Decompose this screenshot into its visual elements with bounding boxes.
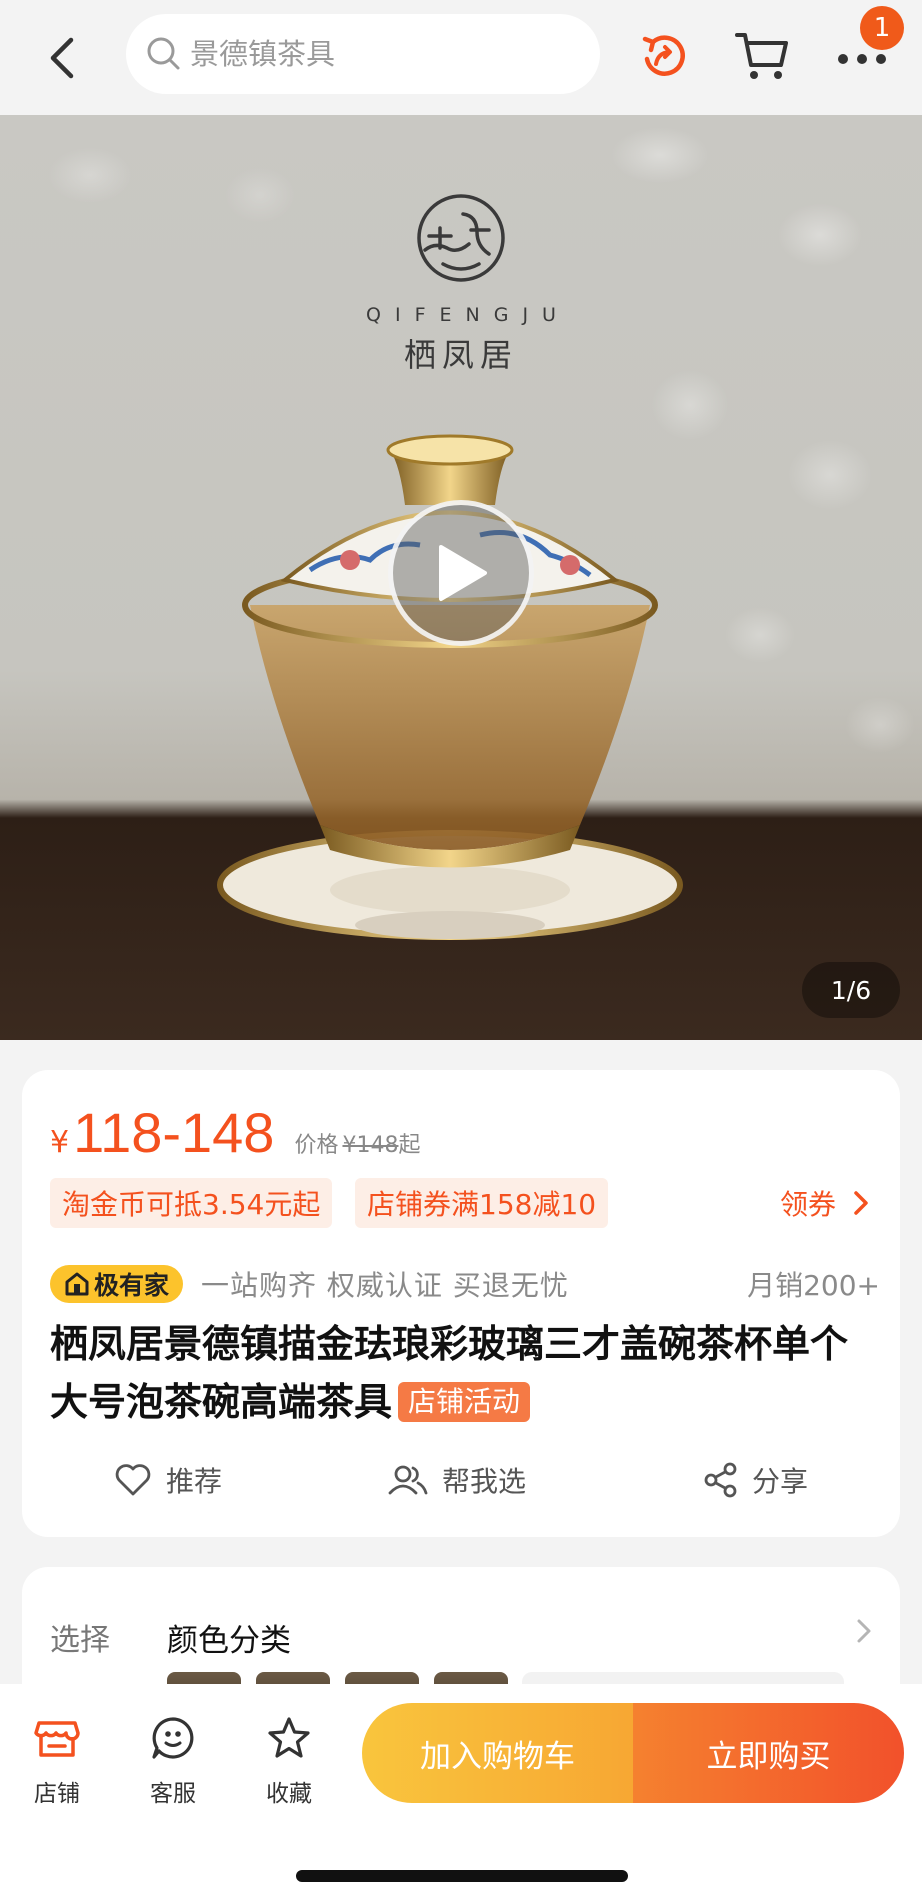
original-price-suffix: 起: [398, 1133, 421, 1158]
back-button[interactable]: [36, 30, 86, 86]
back-arrow-icon: [50, 37, 74, 79]
share-rotate-icon: [642, 35, 685, 76]
house-icon: [65, 1272, 89, 1296]
recommend-label: 推荐: [166, 1465, 223, 1498]
share-icon: [704, 1462, 737, 1498]
jiyoujia-label: 极有家: [94, 1271, 170, 1300]
star-icon: [268, 1717, 310, 1758]
play-icon: [439, 545, 487, 601]
product-image-carousel[interactable]: QIFENGJU 栖凤居 1/6: [0, 115, 922, 1040]
favorite-button[interactable]: 收藏: [244, 1712, 334, 1808]
monthly-sales: 月销200+: [747, 1269, 880, 1302]
service-tagline: 一站购齐 权威认证 买退无忧: [201, 1269, 569, 1302]
heart-icon: [115, 1464, 151, 1496]
customer-service-icon: [152, 1717, 194, 1759]
share-button[interactable]: 分享: [704, 1450, 808, 1510]
tag-row: 极有家 一站购齐 权威认证 买退无忧 月销200+: [50, 1262, 880, 1306]
recommend-button[interactable]: 推荐: [114, 1450, 222, 1510]
store-nav-button[interactable]: 店铺: [12, 1712, 102, 1808]
top-bar: 1: [0, 0, 922, 115]
buy-now-button[interactable]: 立即购买: [633, 1703, 904, 1803]
get-coupon-link[interactable]: 领券: [780, 1178, 876, 1228]
product-info-card: ¥ 118-148 价格 ¥148 起 淘金币可抵3.54元起 店铺券满158减…: [22, 1070, 900, 1537]
home-indicator[interactable]: [296, 1870, 628, 1882]
select-label: 选择: [50, 1623, 110, 1658]
image-counter: 1/6: [802, 962, 900, 1018]
store-icon: [34, 1721, 80, 1757]
original-price-label: 价格: [294, 1133, 339, 1158]
customer-service-label: 客服: [150, 1781, 196, 1807]
price-range: 118-148: [73, 1101, 275, 1164]
add-to-cart-button[interactable]: 加入购物车: [362, 1703, 633, 1803]
brand-mark-icon: [417, 194, 505, 282]
chevron-right-icon: [854, 1191, 868, 1215]
customer-service-button[interactable]: 客服: [128, 1712, 218, 1808]
help-me-choose-button[interactable]: 帮我选: [388, 1450, 526, 1510]
chevron-right-icon: [857, 1619, 871, 1643]
cart-icon: [735, 33, 788, 79]
store-activity-tag[interactable]: 店铺活动: [398, 1382, 531, 1422]
search-input[interactable]: [190, 37, 570, 71]
play-video-button[interactable]: [388, 500, 534, 646]
price-row: ¥ 118-148 价格 ¥148 起: [50, 1100, 420, 1165]
cart-button[interactable]: [732, 26, 792, 86]
store-coupon-chip[interactable]: 店铺券满158减10: [355, 1178, 609, 1228]
purchase-buttons: 加入购物车 立即购买: [362, 1703, 904, 1803]
original-price: ¥148: [342, 1133, 399, 1158]
brand-logo: QIFENGJU 栖凤居: [0, 190, 922, 376]
get-coupon-label: 领券: [779, 1188, 836, 1221]
store-label: 店铺: [34, 1781, 80, 1807]
share-rotate-button[interactable]: [634, 26, 694, 86]
brand-name-en: QIFENGJU: [366, 304, 570, 326]
jiyoujia-badge[interactable]: 极有家: [50, 1265, 184, 1303]
cart-count-badge: 1: [860, 6, 904, 50]
product-title: 栖凤居景德镇描金珐琅彩玻璃三才盖碗茶杯单个大号泡茶碗高端茶具 店铺活动: [50, 1315, 880, 1431]
gaiwan-image: [217, 434, 683, 940]
brand-name-cn: 栖凤居: [403, 336, 518, 374]
search-icon: [147, 37, 180, 70]
people-icon: [388, 1465, 428, 1495]
color-category-label: 颜色分类: [167, 1623, 291, 1659]
share-label: 分享: [752, 1465, 809, 1498]
search-bar[interactable]: [126, 14, 600, 94]
taojinbi-chip[interactable]: 淘金币可抵3.54元起: [50, 1178, 333, 1228]
help-me-choose-label: 帮我选: [442, 1465, 527, 1498]
action-row: 推荐 帮我选 分享: [22, 1450, 900, 1510]
currency-symbol: ¥: [50, 1125, 70, 1160]
favorite-label: 收藏: [266, 1781, 312, 1807]
